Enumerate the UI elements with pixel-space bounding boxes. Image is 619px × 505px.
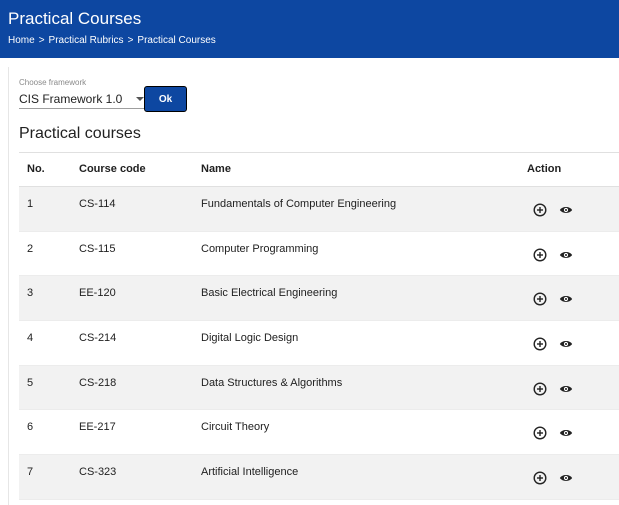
table-row: 1 CS-114 Fundamentals of Computer Engineer… (19, 187, 619, 232)
column-header-action: Action (527, 163, 562, 175)
row-actions (533, 426, 573, 440)
add-circle-icon[interactable] (533, 471, 547, 485)
table-row: 7 CS-323 Artificial Intelligence (19, 455, 619, 500)
table-row: 4 CS-214 Digital Logic Design (19, 321, 619, 366)
table-row: 5 CS-218 Data Structures & Algorithms (19, 365, 619, 411)
course-name: Artificial Intelligence (201, 466, 299, 479)
course-code: CS-115 (79, 242, 116, 255)
add-circle-icon[interactable] (533, 426, 547, 440)
eye-icon[interactable] (559, 292, 573, 306)
course-name: Digital Logic Design (201, 332, 299, 345)
row-actions (533, 292, 573, 306)
add-circle-icon[interactable] (533, 382, 547, 396)
table-body: 1 CS-114 Fundamentals of Computer Engineer… (19, 187, 619, 500)
row-number: 6 (27, 421, 34, 434)
eye-icon[interactable] (559, 337, 573, 351)
row-actions (533, 471, 573, 485)
row-number: 1 (27, 198, 34, 210)
course-code: CS-114 (79, 198, 116, 210)
row-actions (533, 248, 573, 262)
page-title: Practical Courses (8, 9, 142, 28)
row-number: 2 (27, 242, 34, 255)
column-header-name: Name (201, 163, 231, 175)
add-circle-icon[interactable] (533, 203, 547, 217)
courses-table: No. Course code Name Action 1 CS-114 Funda… (19, 152, 619, 500)
ok-button[interactable]: Ok (144, 86, 187, 112)
main-card: Choose framework CIS Framework 1.0 Ok Pr… (8, 67, 619, 505)
dropdown-caret-icon[interactable] (136, 97, 144, 101)
eye-icon[interactable] (559, 248, 573, 262)
row-actions (533, 337, 573, 351)
eye-icon[interactable] (559, 382, 573, 396)
eye-icon[interactable] (559, 426, 573, 440)
course-name: Fundamentals of Computer Engineering (201, 198, 397, 210)
section-title: Practical courses (19, 125, 141, 142)
add-circle-icon[interactable] (533, 292, 547, 306)
table-row: 2 CS-115 Computer Programming (19, 232, 619, 277)
course-code: CS-323 (79, 466, 117, 479)
course-code: EE-120 (79, 287, 116, 300)
breadcrumb-practical-rubrics[interactable]: Practical Rubrics (49, 35, 124, 46)
row-number: 7 (27, 466, 34, 479)
table-row: 3 EE-120 Basic Electrical Engineering (19, 276, 619, 322)
row-number: 5 (27, 376, 34, 389)
course-name: Data Structures & Algorithms (201, 376, 343, 389)
course-code: CS-218 (79, 376, 117, 389)
breadcrumb: Home > Practical Rubrics > Practical Cou… (8, 35, 216, 46)
table-row: 6 EE-217 Circuit Theory (19, 410, 619, 456)
framework-select[interactable]: CIS Framework 1.0 (19, 91, 147, 109)
app-header: Practical Courses Home > Practical Rubri… (0, 0, 619, 58)
column-header-course-code: Course code (79, 163, 146, 175)
add-circle-icon[interactable] (533, 337, 547, 351)
breadcrumb-separator: > (127, 35, 134, 46)
row-actions (533, 203, 573, 217)
row-actions (533, 382, 573, 396)
row-number: 3 (27, 287, 34, 300)
framework-label: Choose framework (19, 78, 87, 87)
course-name: Basic Electrical Engineering (201, 287, 338, 300)
table-header: No. Course code Name Action (19, 152, 619, 187)
course-code: EE-217 (79, 421, 116, 434)
framework-selected-value: CIS Framework 1.0 (19, 92, 123, 106)
course-name: Computer Programming (201, 242, 319, 255)
breadcrumb-practical-courses: Practical Courses (137, 35, 216, 46)
add-circle-icon[interactable] (533, 248, 547, 262)
eye-icon[interactable] (559, 203, 573, 217)
course-name: Circuit Theory (201, 421, 270, 434)
column-header-no: No. (27, 163, 45, 175)
row-number: 4 (27, 332, 34, 345)
eye-icon[interactable] (559, 471, 573, 485)
breadcrumb-separator: > (38, 35, 45, 46)
course-code: CS-214 (79, 332, 117, 345)
breadcrumb-home[interactable]: Home (8, 35, 35, 46)
